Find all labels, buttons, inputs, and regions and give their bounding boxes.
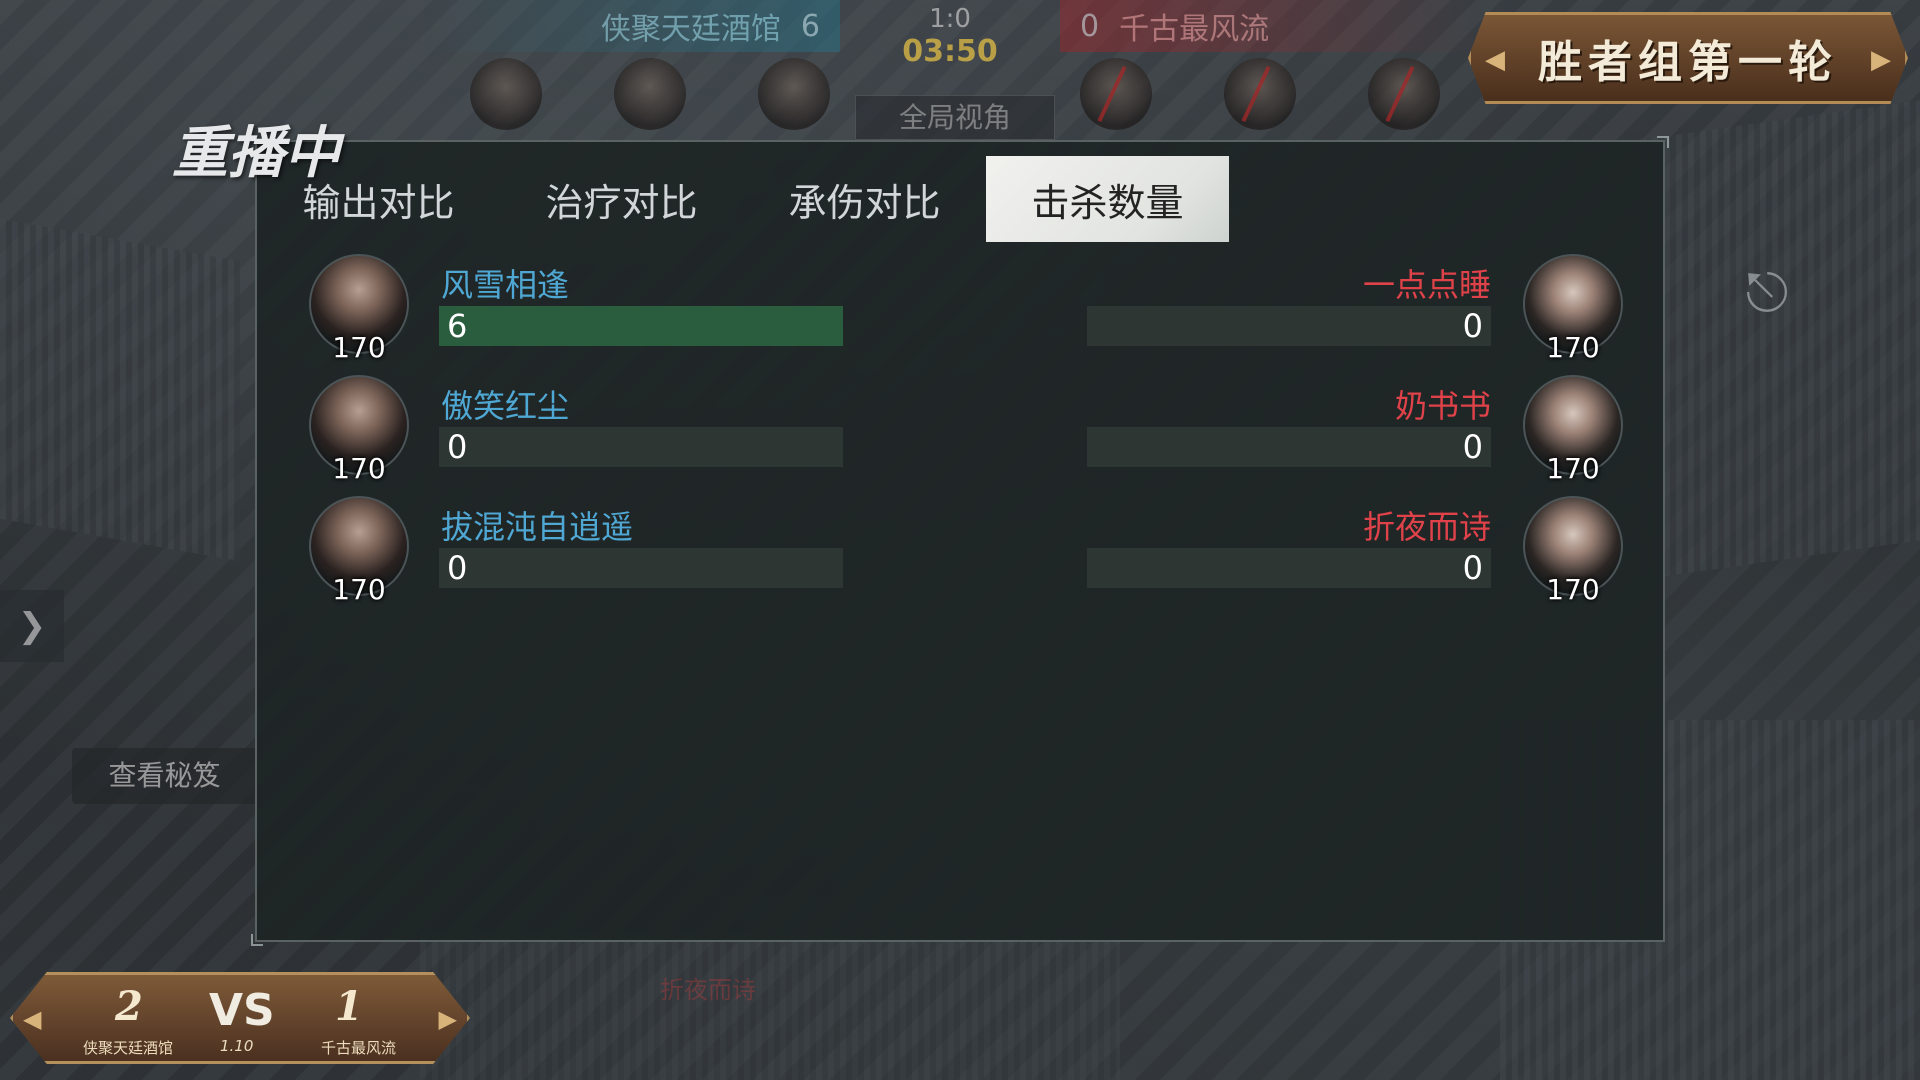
player-portrait-icon[interactable] [1368, 58, 1440, 130]
right-series-score: 1 [335, 983, 363, 1030]
stat-bar: 0 [1087, 548, 1491, 588]
exit-door-icon[interactable]: ⎋ [1738, 261, 1796, 324]
stat-bar: 0 [439, 548, 843, 588]
chevron-right-icon: ❯ [17, 606, 47, 646]
match-date: 1.10 [220, 1037, 254, 1055]
player-level: 170 [1546, 452, 1600, 485]
series-score-badge: ◀ 2 VS 1 侠聚天廷酒馆 1.10 千古最风流 ▶ [10, 972, 470, 1064]
player-level: 170 [332, 452, 386, 485]
right-team-label: 千古最风流 [321, 1039, 397, 1057]
arrow-left-icon: ◀ [23, 1005, 42, 1033]
player-level: 170 [1546, 331, 1600, 364]
player-level: 170 [332, 573, 386, 606]
stat-row: 170 拔混沌自逍遥 0 折夜而诗 0 170 [257, 496, 1663, 617]
stat-value: 0 [1462, 549, 1483, 587]
tab-damage-taken[interactable]: 承伤对比 [743, 156, 986, 242]
player-portrait-icon[interactable] [614, 58, 686, 130]
view-secret-button[interactable]: 查看秘笈 [72, 748, 257, 804]
stat-bar: 0 [1087, 427, 1491, 467]
stat-value: 0 [1462, 428, 1483, 466]
stat-value: 0 [1462, 307, 1483, 345]
player-name: 一点点睡 [1362, 266, 1491, 304]
player-portrait-icon[interactable] [470, 58, 542, 130]
player-level: 170 [332, 331, 386, 364]
player-name: 折夜而诗 [1362, 508, 1491, 546]
arrow-right-icon: ▶ [438, 1005, 457, 1033]
player-name: 风雪相逢 [441, 266, 570, 304]
left-team-name: 侠聚天廷酒馆 [600, 12, 781, 47]
player-level: 170 [1546, 573, 1600, 606]
stat-value: 6 [447, 307, 468, 345]
left-team-kills: 6 [800, 8, 820, 44]
tab-kills[interactable]: 击杀数量 [986, 156, 1229, 242]
player-avatar[interactable]: 170 [309, 254, 409, 364]
stats-tabs: 输出对比 治疗对比 承伤对比 击杀数量 [257, 156, 1229, 242]
top-scoreboard: 侠聚天廷酒馆 6 1:0 03:50 0 千古最风流 全局视角 [420, 0, 1480, 140]
round-banner: ◀ 胜者组第一轮 ▶ [1468, 12, 1908, 104]
player-avatar[interactable]: 170 [1523, 496, 1623, 606]
left-team-bar: 侠聚天廷酒馆 6 [420, 0, 840, 52]
arrow-left-icon: ◀ [1485, 45, 1505, 75]
right-team-name: 千古最风流 [1119, 12, 1270, 47]
player-portrait-icon[interactable] [758, 58, 830, 130]
stat-bar: 0 [1087, 306, 1491, 346]
right-team-portraits [1080, 58, 1440, 130]
stat-bar: 6 [439, 306, 843, 346]
left-series-score: 2 [115, 983, 143, 1030]
round-title: 胜者组第一轮 [1538, 37, 1838, 88]
player-portrait-icon[interactable] [1080, 58, 1152, 130]
left-team-label: 侠聚天廷酒馆 [83, 1039, 174, 1057]
player-portrait-icon[interactable] [1224, 58, 1296, 130]
player-avatar[interactable]: 170 [1523, 375, 1623, 485]
player-avatar[interactable]: 170 [309, 496, 409, 606]
stats-panel: 输出对比 治疗对比 承伤对比 击杀数量 170 风雪相逢 6 一点点睡 0 17… [251, 136, 1669, 946]
left-team-portraits [470, 58, 830, 130]
stat-value: 0 [447, 428, 468, 466]
match-timer: 03:50 [902, 34, 998, 69]
arrow-right-icon: ▶ [1871, 45, 1891, 75]
player-avatar[interactable]: 170 [309, 375, 409, 485]
right-team-bar: 0 千古最风流 [1060, 0, 1480, 52]
vs-label: VS [209, 985, 275, 1036]
roof-tiles [0, 218, 240, 562]
replay-status-label: 重播中 [172, 121, 340, 186]
roof-tiles [420, 930, 1120, 1080]
stat-value: 0 [447, 549, 468, 587]
player-name: 拔混沌自逍遥 [441, 508, 634, 546]
right-team-kills: 0 [1080, 8, 1100, 44]
stat-row: 170 风雪相逢 6 一点点睡 0 170 [257, 254, 1663, 375]
series-score: 1:0 [929, 4, 971, 34]
stat-row: 170 傲笑红尘 0 奶书书 0 170 [257, 375, 1663, 496]
roof-tiles [1640, 100, 1920, 580]
global-view-button[interactable]: 全局视角 [855, 95, 1055, 140]
player-stat-rows: 170 风雪相逢 6 一点点睡 0 170 170 傲笑红尘 0 奶书书 0 1… [257, 254, 1663, 617]
tab-healing[interactable]: 治疗对比 [500, 156, 743, 242]
match-center-score: 1:0 03:50 [900, 4, 1000, 69]
player-name: 奶书书 [1394, 387, 1491, 425]
stat-bar: 0 [439, 427, 843, 467]
map-player-tag: 折夜而诗 [660, 976, 756, 1004]
player-name: 傲笑红尘 [441, 387, 570, 425]
side-panel-toggle[interactable]: ❯ [0, 590, 64, 662]
player-avatar[interactable]: 170 [1523, 254, 1623, 364]
stat-bar-fill [439, 306, 843, 346]
